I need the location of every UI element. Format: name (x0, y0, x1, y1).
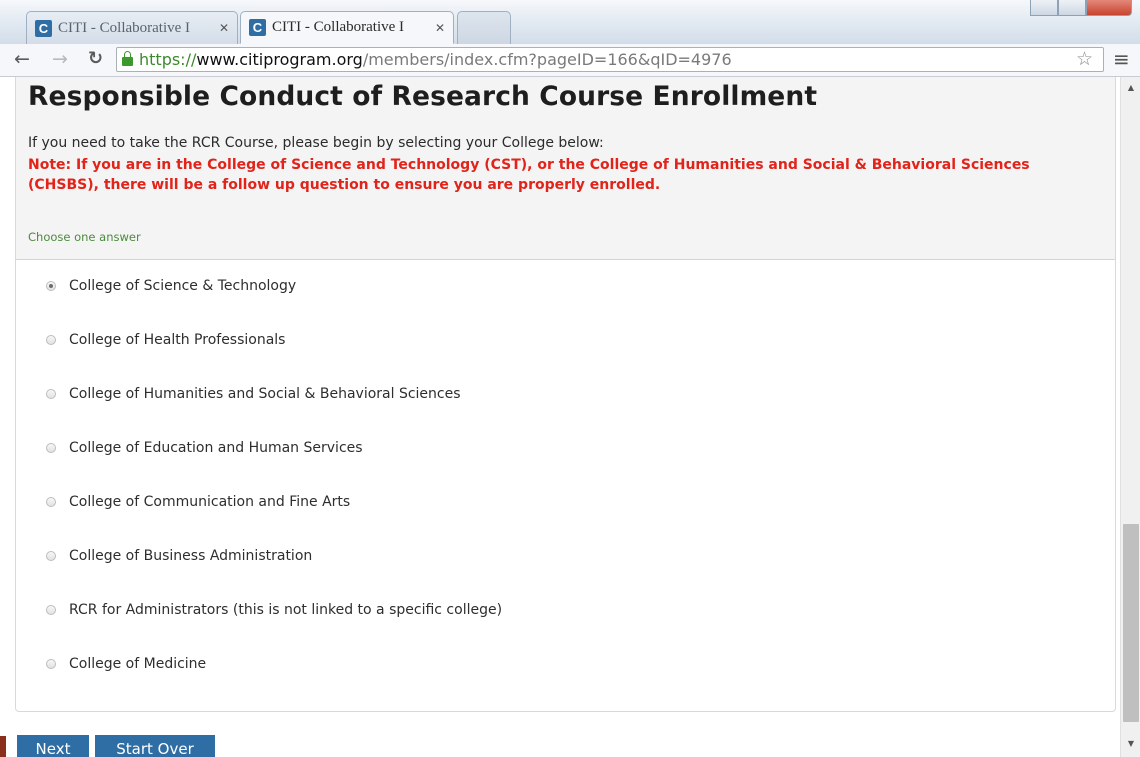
radio-button[interactable] (46, 551, 56, 561)
vertical-scrollbar[interactable]: ▲ ▼ (1120, 77, 1140, 757)
radio-button[interactable] (46, 659, 56, 669)
close-tab-icon[interactable]: ✕ (219, 21, 229, 35)
forward-arrow-icon[interactable]: → (52, 48, 68, 70)
url-scheme: https:// (139, 50, 197, 69)
left-edge-accent (0, 736, 6, 757)
secure-lock-icon (122, 51, 133, 66)
start-over-button[interactable]: Start Over (95, 735, 215, 757)
option-label: College of Communication and Fine Arts (69, 494, 351, 510)
address-bar[interactable]: https://www.citiprogram.org/members/inde… (116, 47, 1104, 72)
url-host: www.citiprogram.org (196, 50, 363, 69)
tab-title: CITI - Collaborative I (58, 19, 191, 36)
radio-button[interactable] (46, 605, 56, 615)
option-science-technology[interactable]: College of Science & Technology (46, 276, 296, 296)
page-viewport: Responsible Conduct of Research Course E… (0, 77, 1120, 757)
option-communication-fine-arts[interactable]: College of Communication and Fine Arts (46, 492, 350, 512)
radio-button[interactable] (46, 443, 56, 453)
page-title: Responsible Conduct of Research Course E… (28, 81, 818, 112)
browser-tab-1[interactable]: C CITI - Collaborative I ✕ (26, 11, 238, 44)
citi-favicon-icon: C (249, 19, 266, 36)
option-health-professionals[interactable]: College of Health Professionals (46, 330, 285, 350)
option-business-administration[interactable]: College of Business Administration (46, 546, 312, 566)
scroll-down-arrow-icon[interactable]: ▼ (1121, 735, 1140, 753)
close-window-icon[interactable] (1086, 0, 1132, 16)
new-tab-button[interactable] (457, 11, 511, 44)
option-label: College of Science & Technology (69, 278, 297, 294)
radio-button[interactable] (46, 389, 56, 399)
option-medicine[interactable]: College of Medicine (46, 654, 206, 674)
option-label: College of Business Administration (69, 548, 313, 564)
maximize-window-icon[interactable] (1058, 0, 1086, 16)
next-button[interactable]: Next (17, 735, 89, 757)
citi-favicon-icon: C (35, 19, 52, 37)
option-label: College of Humanities and Social & Behav… (69, 386, 461, 402)
option-label: College of Medicine (69, 656, 207, 672)
tab-title: CITI - Collaborative I (272, 19, 405, 35)
option-label: RCR for Administrators (this is not link… (69, 602, 503, 618)
answer-options-list: College of Science & Technology College … (15, 260, 1116, 712)
reload-icon[interactable]: ↻ (88, 48, 103, 70)
intro-text: If you need to take the RCR Course, plea… (28, 135, 604, 151)
option-label: College of Health Professionals (69, 332, 286, 348)
question-header: Responsible Conduct of Research Course E… (15, 77, 1116, 260)
close-tab-icon[interactable]: ✕ (435, 21, 445, 35)
menu-hamburger-icon[interactable]: ≡ (1113, 47, 1130, 71)
minimize-window-icon[interactable] (1030, 0, 1058, 16)
url-path: /members/index.cfm?pageID=166&qID=4976 (362, 50, 732, 69)
option-rcr-administrators[interactable]: RCR for Administrators (this is not link… (46, 600, 502, 620)
option-humanities-social-behavioral[interactable]: College of Humanities and Social & Behav… (46, 384, 461, 404)
window-controls (1030, 0, 1132, 18)
browser-toolbar: ← → ↻ https://www.citiprogram.org/member… (0, 44, 1140, 77)
scroll-up-arrow-icon[interactable]: ▲ (1121, 79, 1140, 97)
choose-one-answer-label: Choose one answer (28, 230, 141, 244)
bookmark-star-icon[interactable]: ☆ (1076, 48, 1093, 70)
radio-button[interactable] (46, 335, 56, 345)
browser-tab-2-active[interactable]: C CITI - Collaborative I ✕ (240, 11, 454, 44)
back-arrow-icon[interactable]: ← (14, 48, 30, 70)
option-label: College of Education and Human Services (69, 440, 363, 456)
option-education-human-services[interactable]: College of Education and Human Services (46, 438, 363, 458)
radio-button-checked[interactable] (46, 281, 56, 291)
enrollment-note: Note: If you are in the College of Scien… (28, 157, 1030, 193)
scrollbar-thumb[interactable] (1123, 524, 1139, 722)
radio-button[interactable] (46, 497, 56, 507)
browser-tab-strip: C CITI - Collaborative I ✕ C CITI - Coll… (0, 0, 1140, 44)
